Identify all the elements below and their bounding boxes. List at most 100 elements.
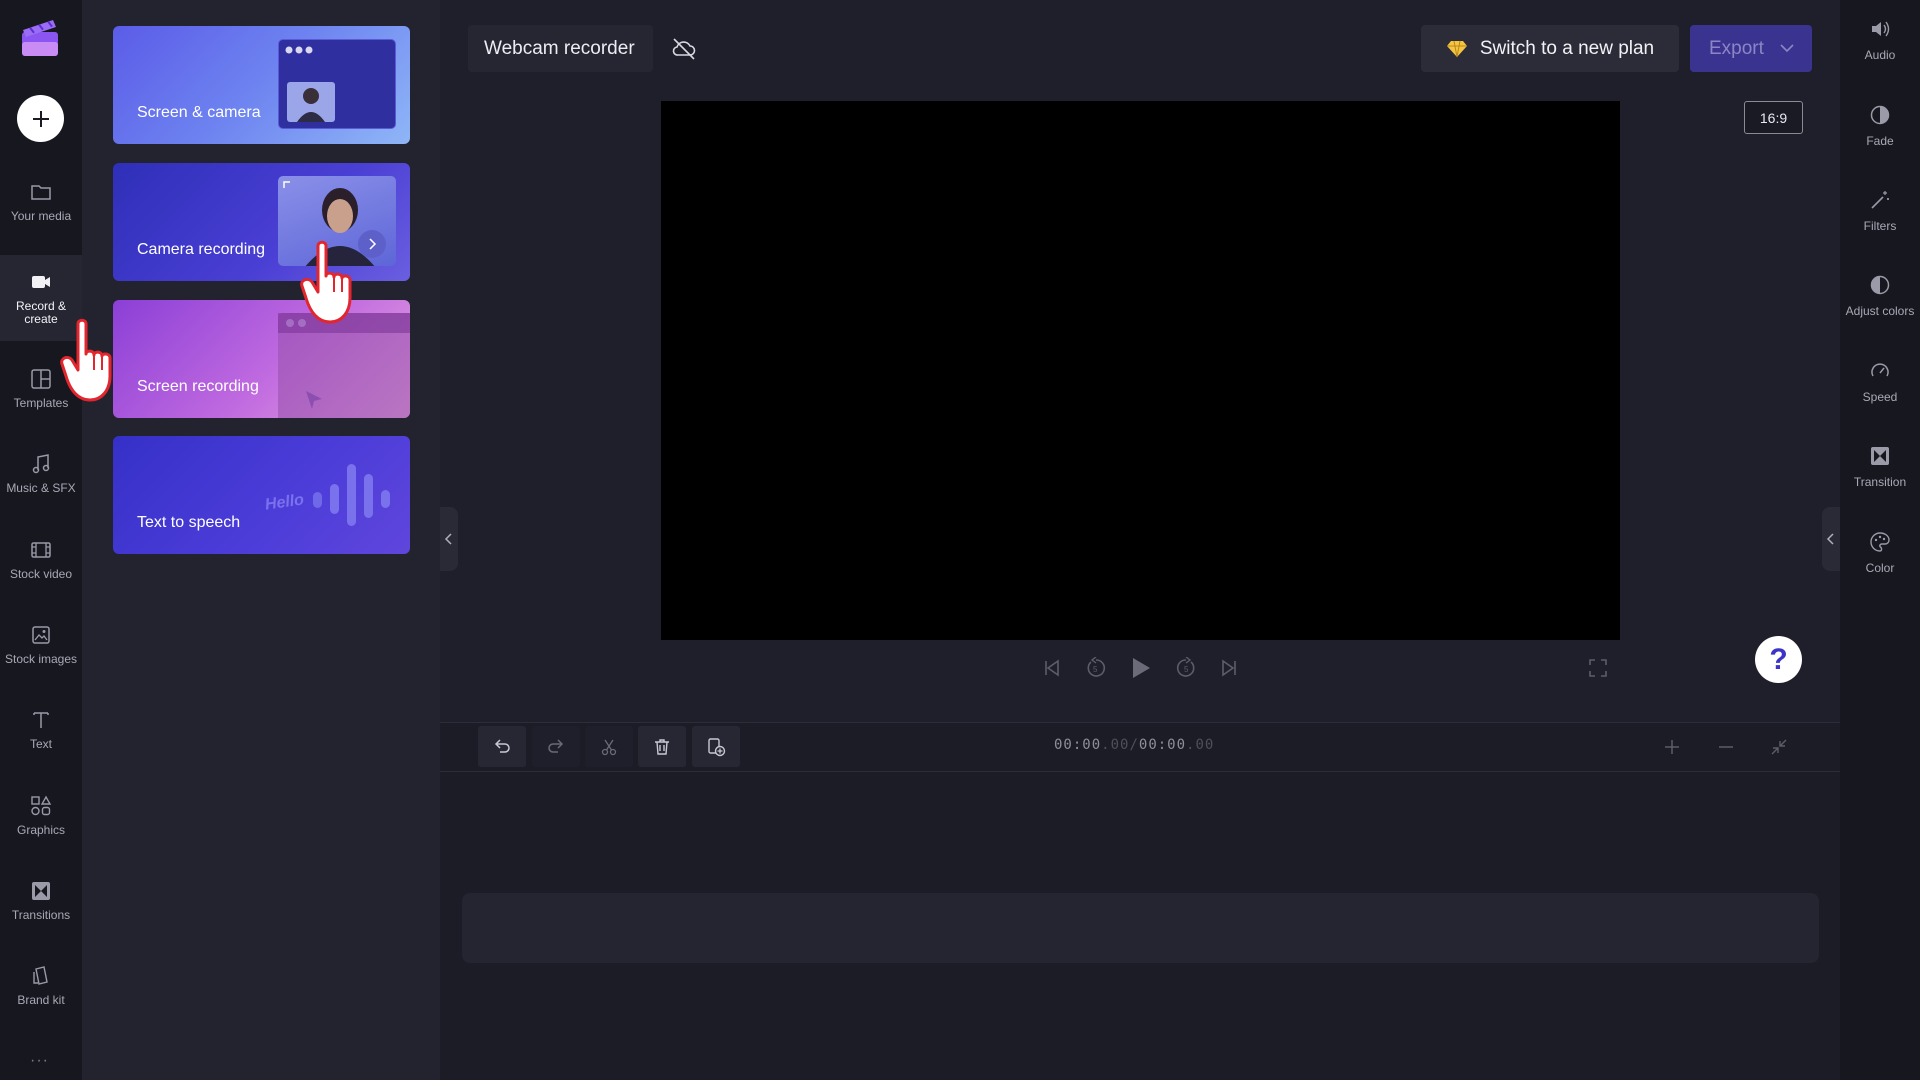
fit-timeline-button[interactable]: [1756, 728, 1802, 766]
timeline-divider: [440, 771, 1840, 772]
skip-forward-button[interactable]: [1216, 655, 1242, 681]
nav-music-sfx[interactable]: Music & SFX: [0, 434, 82, 514]
magic-wand-icon: [1871, 191, 1889, 209]
switch-plan-label: Switch to a new plan: [1479, 37, 1655, 59]
play-button[interactable]: [1128, 655, 1154, 681]
rp-adjust-colors[interactable]: Adjust colors: [1840, 256, 1920, 336]
minus-icon: [1719, 746, 1733, 748]
split-button[interactable]: [585, 726, 633, 767]
zoom-in-button[interactable]: [1649, 728, 1695, 766]
palette-icon: [1870, 532, 1890, 552]
pointer-hand-icon: [300, 240, 352, 324]
rp-label: Filters: [1863, 219, 1897, 233]
folder-icon: [31, 185, 51, 200]
redo-icon: [548, 738, 564, 753]
nav-label: Stock images: [4, 652, 78, 666]
forward-icon: 5: [1176, 657, 1195, 677]
clipchamp-logo[interactable]: [20, 18, 60, 58]
nav-brand-kit[interactable]: Brand kit: [0, 946, 82, 1026]
rp-filters[interactable]: Filters: [1840, 171, 1920, 251]
rp-label: Color: [1865, 561, 1895, 575]
cloud-off-icon[interactable]: [671, 37, 697, 61]
screen-recording-thumbnail: [278, 313, 410, 418]
redo-button[interactable]: [532, 726, 580, 767]
rewind-icon: 5: [1087, 657, 1106, 677]
help-button[interactable]: ?: [1755, 636, 1802, 683]
video-preview[interactable]: [661, 101, 1620, 640]
nav-label: Your media: [10, 209, 72, 223]
brand-kit-icon: [33, 966, 48, 985]
contrast-icon: [1870, 275, 1890, 295]
skip-back-icon: [1045, 659, 1059, 677]
forward-5-button[interactable]: 5: [1173, 655, 1199, 681]
screen-recording-card[interactable]: Screen recording: [113, 300, 410, 418]
collapse-panel-button[interactable]: [440, 507, 458, 571]
duplicate-button[interactable]: [692, 726, 740, 767]
nav-label: Stock video: [9, 567, 73, 581]
rp-speed[interactable]: Speed: [1840, 342, 1920, 422]
nav-your-media[interactable]: Your media: [0, 162, 82, 242]
plus-icon: [1665, 740, 1679, 754]
camera-recording-card[interactable]: Camera recording: [113, 163, 410, 281]
svg-text:5: 5: [1093, 665, 1098, 674]
nav-transitions[interactable]: Transitions: [0, 861, 82, 941]
switch-plan-button[interactable]: Switch to a new plan: [1421, 25, 1679, 72]
trash-icon: [655, 738, 669, 755]
templates-icon: [31, 369, 51, 389]
shapes-icon: [31, 795, 52, 816]
svg-text:5: 5: [1184, 665, 1189, 674]
rp-audio[interactable]: Audio: [1840, 0, 1920, 80]
screen-and-camera-card[interactable]: Screen & camera: [113, 26, 410, 144]
record-create-panel: Screen & camera Camera recording Screen …: [82, 0, 440, 1080]
time-separator: /: [1129, 737, 1139, 753]
nav-label: Graphics: [16, 823, 66, 837]
plus-icon: [32, 110, 49, 127]
text-to-speech-card[interactable]: Hello Text to speech: [113, 436, 410, 554]
rewind-5-button[interactable]: 5: [1083, 655, 1109, 681]
fade-icon: [1870, 105, 1890, 125]
nav-stock-video[interactable]: Stock video: [0, 520, 82, 600]
skip-back-button[interactable]: [1039, 655, 1065, 681]
rp-fade[interactable]: Fade: [1840, 86, 1920, 166]
collapse-arrows-icon: [1771, 739, 1787, 755]
delete-button[interactable]: [638, 726, 686, 767]
rp-label: Adjust colors: [1845, 304, 1915, 318]
chevron-down-icon: [1780, 44, 1794, 53]
total-time: 00:00: [1138, 737, 1187, 753]
nav-label: Transitions: [11, 908, 71, 922]
transition-icon: [1871, 447, 1889, 465]
export-label: Export: [1709, 37, 1764, 59]
undo-button[interactable]: [478, 726, 526, 767]
export-button[interactable]: Export: [1690, 25, 1812, 72]
speedometer-icon: [1871, 363, 1889, 377]
zoom-out-button[interactable]: [1703, 728, 1749, 766]
rp-label: Transition: [1853, 475, 1907, 489]
rp-transition[interactable]: Transition: [1840, 427, 1920, 507]
nav-graphics[interactable]: Graphics: [0, 776, 82, 856]
more-options-icon[interactable]: ···: [30, 1052, 49, 1070]
video-camera-icon: [32, 275, 50, 288]
rp-color[interactable]: Color: [1840, 513, 1920, 593]
fullscreen-button[interactable]: [1585, 655, 1611, 681]
rp-label: Audio: [1864, 48, 1896, 62]
project-title-input[interactable]: Webcam recorder: [468, 25, 653, 72]
nav-stock-images[interactable]: Stock images: [0, 605, 82, 685]
card-label: Screen recording: [137, 378, 259, 395]
collapse-properties-button[interactable]: [1822, 507, 1840, 571]
transition-icon: [32, 882, 50, 900]
nav-label: Brand kit: [17, 993, 65, 1007]
nav-text[interactable]: Text: [0, 690, 82, 770]
aspect-ratio-button[interactable]: 16:9: [1744, 101, 1803, 134]
nav-label: Music & SFX: [6, 481, 76, 495]
card-label: Screen & camera: [137, 104, 261, 121]
current-time-frac: .00: [1101, 737, 1130, 753]
add-clip-icon: [708, 737, 726, 756]
add-button[interactable]: [17, 95, 64, 142]
music-note-icon: [32, 454, 50, 474]
text-icon: [33, 712, 49, 728]
properties-panel: Audio Fade Filters Adjust colors Speed T…: [1840, 0, 1920, 1080]
image-icon: [32, 626, 50, 644]
rp-label: Fade: [1866, 134, 1894, 148]
timeline-track[interactable]: [462, 893, 1819, 963]
card-label: Camera recording: [137, 241, 266, 258]
